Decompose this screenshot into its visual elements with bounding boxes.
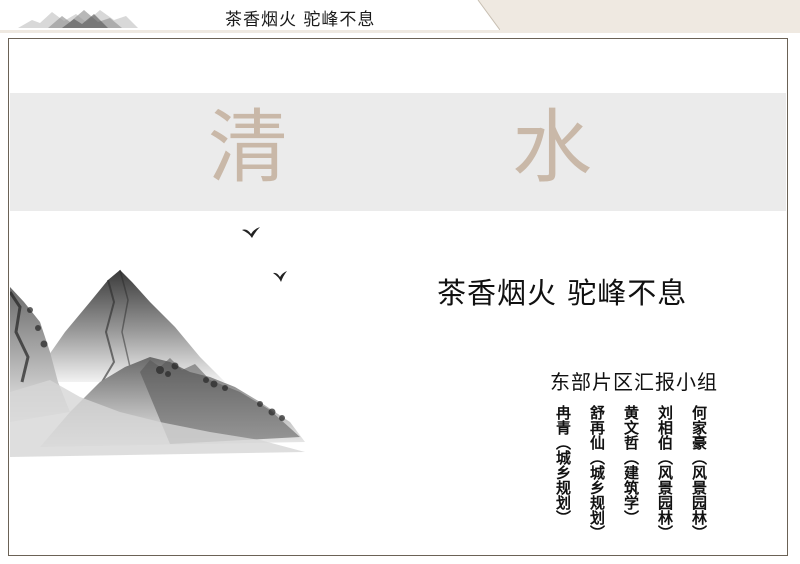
bird-icon xyxy=(242,227,260,238)
member-name: 黄文哲（建筑学） xyxy=(622,405,640,525)
member-name: 刘相伯（风景园林） xyxy=(656,405,674,540)
title-band xyxy=(10,93,786,211)
member-name: 何家豪（风景园林） xyxy=(690,405,708,540)
header-mountain-icon xyxy=(18,10,138,28)
team-name: 东部片区汇报小组 xyxy=(550,370,718,394)
subtitle: 茶香烟火 驼峰不息 xyxy=(437,276,688,310)
hero-char-right: 水 xyxy=(512,101,592,194)
member-name: 冉青（城乡规划） xyxy=(554,405,572,525)
member-name: 舒再仙（城乡规划） xyxy=(588,405,606,540)
ink-mountain-illustration xyxy=(10,269,305,457)
header-title: 茶香烟火 驼峰不息 xyxy=(225,10,376,30)
hero-char-left: 清 xyxy=(208,101,288,194)
